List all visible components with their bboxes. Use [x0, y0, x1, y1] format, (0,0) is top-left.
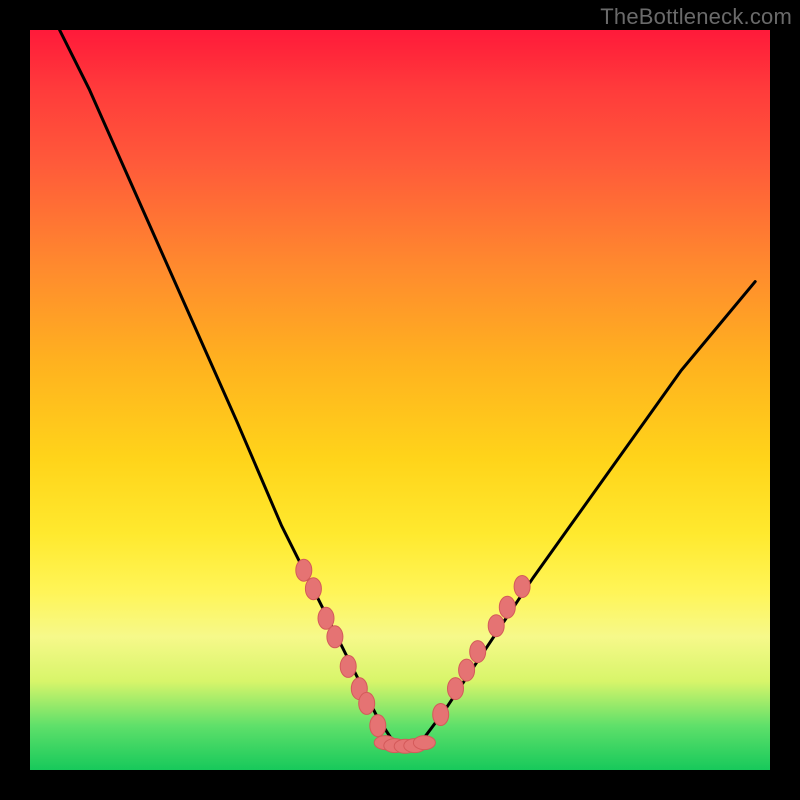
curve-marker	[448, 678, 464, 700]
watermark-text: TheBottleneck.com	[600, 4, 792, 30]
curve-marker	[514, 576, 530, 598]
chart-frame: TheBottleneck.com	[0, 0, 800, 800]
curve-markers-left	[296, 559, 386, 736]
curve-marker	[470, 641, 486, 663]
curve-marker	[499, 596, 515, 618]
bottleneck-curve	[60, 30, 756, 748]
curve-marker	[305, 578, 321, 600]
curve-marker	[340, 655, 356, 677]
curve-marker	[433, 704, 449, 726]
plot-area	[30, 30, 770, 770]
curve-markers-right	[433, 576, 530, 726]
curve-marker	[370, 715, 386, 737]
curve-markers-bottom	[374, 736, 435, 754]
curve-marker	[359, 692, 375, 714]
bottleneck-curve-svg	[30, 30, 770, 770]
curve-marker	[413, 736, 435, 750]
curve-marker	[296, 559, 312, 581]
curve-marker	[488, 615, 504, 637]
curve-marker	[459, 659, 475, 681]
curve-marker	[327, 626, 343, 648]
curve-marker	[318, 607, 334, 629]
